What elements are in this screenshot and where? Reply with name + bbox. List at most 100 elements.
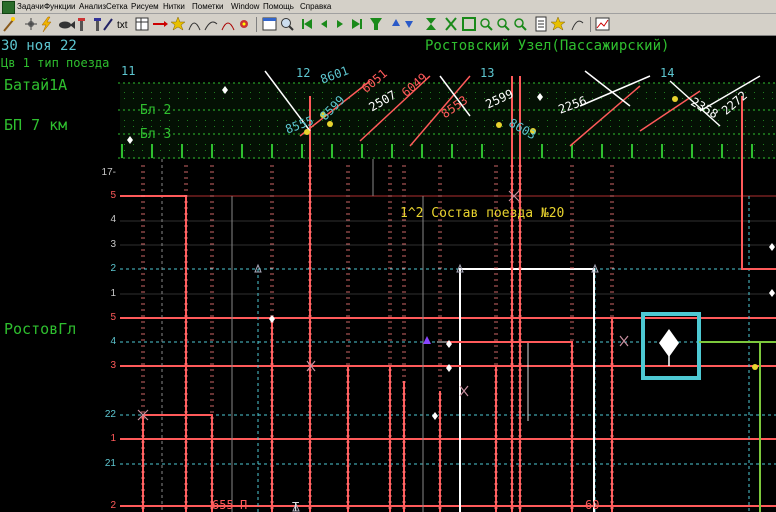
- train-path[interactable]: [120, 195, 187, 512]
- menu-tasks[interactable]: Задачи: [17, 0, 44, 13]
- curve2-icon[interactable]: [204, 21, 218, 31]
- grid-dot: [223, 98, 224, 99]
- menu-marks[interactable]: Пометки: [192, 0, 224, 13]
- menu-functions[interactable]: Функции: [44, 0, 76, 13]
- station-bp7[interactable]: БП 7 км: [4, 116, 67, 134]
- menu-threads[interactable]: Нитки: [163, 0, 185, 13]
- track-label: 3: [110, 239, 116, 250]
- menu-draw[interactable]: Рисуем: [131, 0, 159, 13]
- grid-dot: [619, 144, 620, 145]
- diamond-marker[interactable]: [769, 289, 775, 297]
- grid-dot: [214, 126, 215, 127]
- train-path-white[interactable]: [459, 268, 595, 512]
- document-icon[interactable]: [535, 16, 547, 32]
- tool2-icon[interactable]: [94, 18, 101, 31]
- text-button[interactable]: txt: [117, 20, 128, 31]
- grid-dot: [214, 144, 215, 145]
- track-label: 21: [104, 458, 116, 469]
- menu-reference[interactable]: Справка: [300, 0, 331, 13]
- menu-grid[interactable]: Сетка: [106, 0, 128, 13]
- schedule-canvas[interactable]: 30 ноя 22 Ростовский Узел(Пассажирский) …: [0, 36, 776, 512]
- purple-marker[interactable]: [423, 336, 431, 344]
- train-graph[interactable]: [0, 36, 776, 512]
- go-first-icon[interactable]: [302, 19, 312, 29]
- grid-dot: [178, 126, 179, 127]
- menu-analysis[interactable]: Анализ: [79, 0, 106, 13]
- grid-dot: [610, 120, 611, 121]
- grid-dot: [691, 120, 692, 121]
- grid-dot: [466, 144, 467, 145]
- x-marker[interactable]: [459, 385, 469, 397]
- tool-icon[interactable]: [78, 18, 85, 31]
- station-rostov[interactable]: РостовГл: [4, 320, 76, 338]
- sparkle-icon[interactable]: [25, 18, 37, 30]
- marker[interactable]: [496, 122, 502, 128]
- curve3-icon[interactable]: [221, 22, 235, 31]
- collapse-icon[interactable]: [462, 17, 476, 31]
- go-last-icon[interactable]: [352, 19, 362, 29]
- bottom-train-label[interactable]: Т: [292, 500, 299, 512]
- star-icon[interactable]: [170, 16, 186, 31]
- star2-icon[interactable]: [550, 16, 566, 31]
- expand-icon[interactable]: [445, 17, 457, 31]
- train-path[interactable]: [447, 341, 573, 512]
- tool3-icon[interactable]: [103, 18, 113, 31]
- diamond-marker[interactable]: [432, 412, 438, 420]
- station-bl2[interactable]: Бл 2: [140, 103, 171, 118]
- menu-window[interactable]: Window: [231, 0, 259, 13]
- wand-icon[interactable]: [3, 17, 15, 32]
- menu-help[interactable]: Помощь: [263, 0, 294, 13]
- hour-label: 12: [296, 66, 311, 80]
- station-bl3[interactable]: Бл 3: [140, 127, 171, 142]
- grid-dot: [322, 150, 323, 151]
- filter-icon[interactable]: [370, 18, 382, 30]
- window-icon[interactable]: [262, 17, 277, 31]
- x-marker[interactable]: [619, 335, 629, 347]
- fish-icon[interactable]: [59, 21, 75, 29]
- chart-icon[interactable]: [595, 17, 610, 31]
- grid-dot: [340, 150, 341, 151]
- hourglass-icon[interactable]: [426, 18, 436, 30]
- grid-dot: [718, 150, 719, 151]
- arrow-up-icon[interactable]: [392, 19, 400, 26]
- grid-dot: [358, 150, 359, 151]
- bottom-train-label[interactable]: 60: [585, 498, 599, 512]
- arrow-down-icon[interactable]: [405, 21, 413, 28]
- grid-dot: [493, 150, 494, 151]
- grid-dot: [484, 92, 485, 93]
- grid-dot: [367, 98, 368, 99]
- train-path[interactable]: [142, 414, 213, 512]
- grid-dot: [187, 120, 188, 121]
- marker[interactable]: [752, 364, 758, 370]
- train-path-white[interactable]: [437, 341, 529, 421]
- lightning-icon[interactable]: [41, 16, 52, 33]
- zoom-icon[interactable]: [281, 18, 294, 31]
- go-next-icon[interactable]: [337, 20, 343, 28]
- station-bataysk[interactable]: Батай1А: [4, 76, 67, 94]
- go-prev-icon[interactable]: [321, 20, 327, 28]
- curve4-icon[interactable]: [571, 20, 584, 31]
- bottom-train-label[interactable]: 655: [212, 498, 234, 512]
- grid-dot: [358, 126, 359, 127]
- grid-dot: [673, 120, 674, 121]
- grid-dot: [529, 120, 530, 121]
- curve-icon[interactable]: [188, 22, 201, 31]
- diamond-marker[interactable]: [269, 315, 275, 323]
- grid-dot: [565, 144, 566, 145]
- marker[interactable]: [672, 96, 678, 102]
- arrow-right-icon[interactable]: [153, 21, 168, 27]
- flower-icon[interactable]: [240, 20, 248, 28]
- table-icon[interactable]: [135, 17, 149, 31]
- grid-dot: [394, 126, 395, 127]
- grid-dot: [529, 92, 530, 93]
- grid-dot: [628, 92, 629, 93]
- search-icon[interactable]: [480, 18, 493, 31]
- diamond-marker[interactable]: [769, 243, 775, 251]
- bottom-train-label[interactable]: П: [240, 498, 247, 512]
- grid-dot: [268, 92, 269, 93]
- toolbar-separator: [256, 17, 257, 32]
- search2-icon[interactable]: [497, 18, 510, 31]
- grid-dot: [448, 144, 449, 145]
- annotation-label[interactable]: 1^2 Состав поезда №20: [400, 206, 564, 221]
- search3-icon[interactable]: [514, 18, 527, 31]
